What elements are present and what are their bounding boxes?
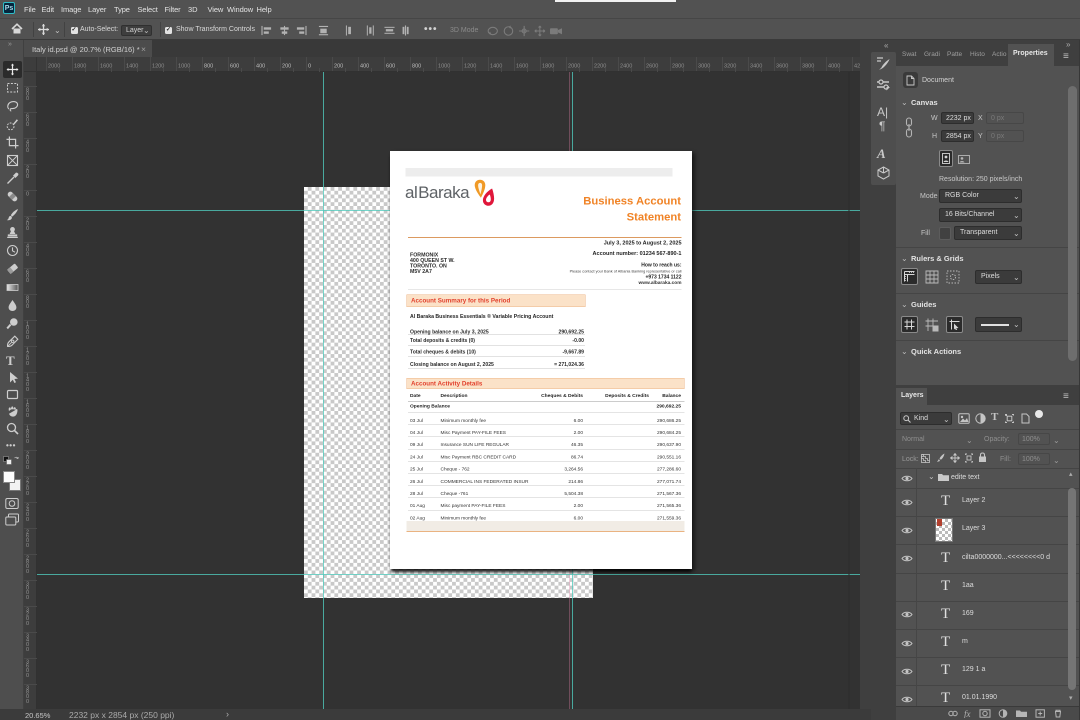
svg-text:fx: fx: [964, 709, 971, 718]
